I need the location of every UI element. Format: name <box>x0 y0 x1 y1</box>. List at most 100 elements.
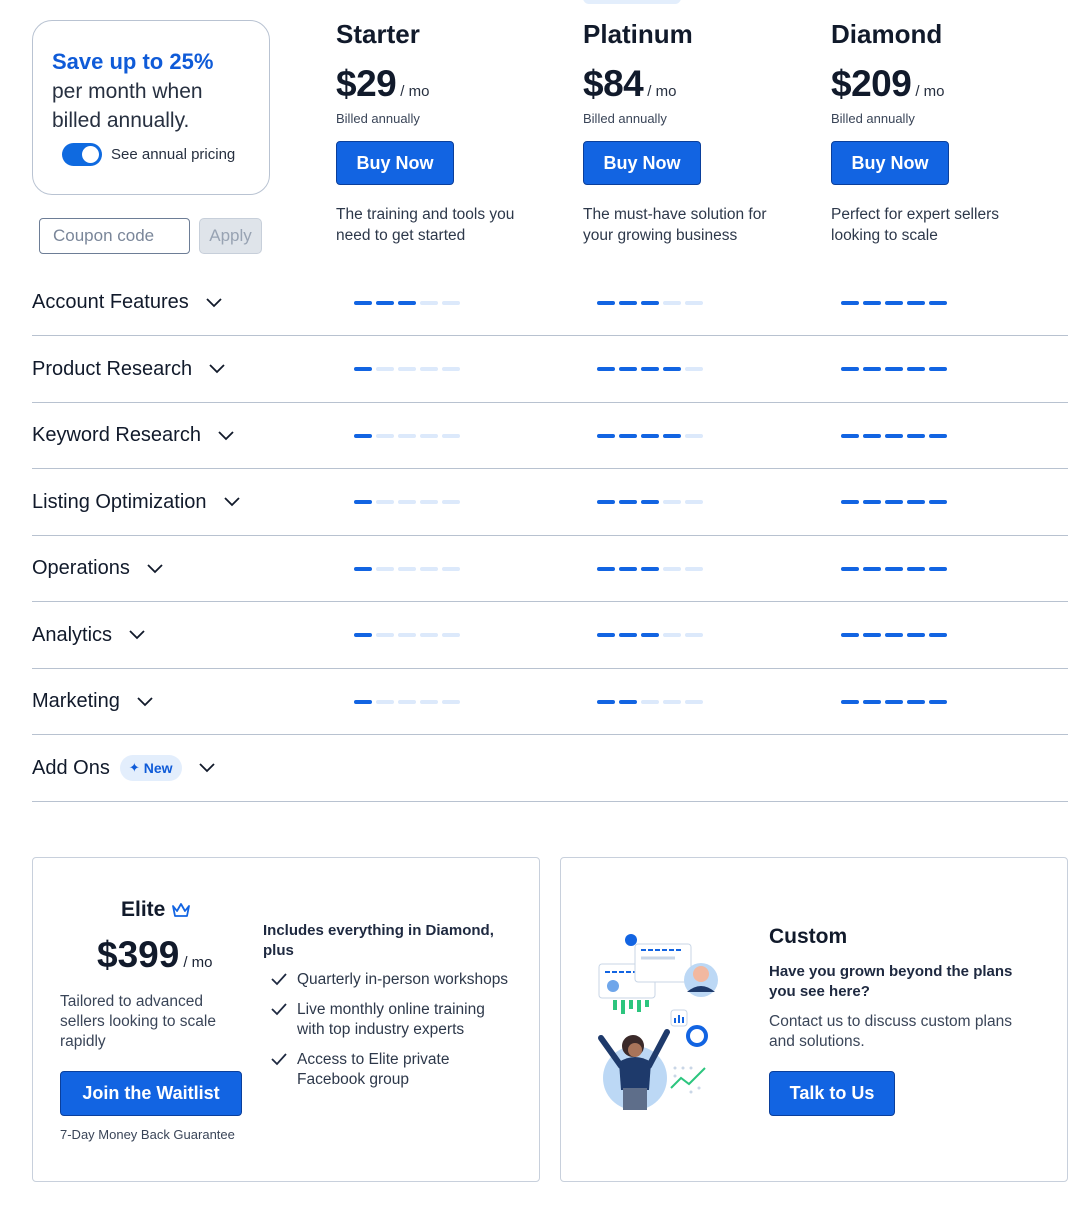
level-segment <box>907 300 925 305</box>
feature-level-bar <box>597 500 703 504</box>
level-segment <box>685 300 703 305</box>
check-icon <box>271 1053 287 1066</box>
feature-level-bar <box>597 300 703 305</box>
feature-level-bar <box>597 566 703 571</box>
level-segment <box>685 433 703 438</box>
level-segment <box>885 433 903 438</box>
join-waitlist-button[interactable]: Join the Waitlist <box>60 1071 242 1116</box>
chevron-down-icon <box>120 696 154 708</box>
custom-question: Have you grown beyond the plans you see … <box>769 963 1013 1000</box>
feature-level-bar <box>841 633 947 637</box>
talk-to-us-button[interactable]: Talk to Us <box>769 1071 895 1116</box>
level-segment <box>597 367 615 371</box>
feature-toggle[interactable]: Keyword Research <box>32 424 235 447</box>
level-segment <box>442 367 460 371</box>
level-segment <box>663 633 681 637</box>
level-segment <box>442 566 460 571</box>
plan-name: Platinum <box>583 19 693 49</box>
feature-level-bar <box>354 633 460 637</box>
buy-now-button-diamond[interactable]: Buy Now <box>831 141 949 185</box>
custom-plan-card: Custom Have you grown beyond the plans y… <box>560 857 1068 1182</box>
level-segment <box>663 699 681 704</box>
feature-level-bar <box>354 367 460 371</box>
feature-toggle[interactable]: Product Research <box>32 358 226 381</box>
plan-name: Diamond <box>831 19 943 49</box>
feature-row: Listing Optimization <box>32 470 1068 536</box>
level-segment <box>354 633 372 637</box>
level-segment <box>885 699 903 704</box>
level-segment <box>841 699 859 704</box>
annual-pricing-toggle[interactable] <box>62 143 102 166</box>
new-badge-label: New <box>143 760 173 776</box>
apply-coupon-button[interactable]: Apply <box>199 218 262 254</box>
feature-level-bar <box>354 433 460 438</box>
level-segment <box>641 433 659 438</box>
check-icon <box>271 1003 287 1016</box>
feature-label: Product Research <box>32 357 193 380</box>
crown-icon <box>172 903 191 917</box>
feature-label: Account Features <box>32 291 189 313</box>
level-segment <box>841 500 859 504</box>
feature-toggle[interactable]: Listing Optimization <box>32 491 241 514</box>
chevron-down-icon <box>192 363 226 375</box>
feature-level-bar <box>841 300 947 305</box>
buy-now-button-platinum[interactable]: Buy Now <box>583 141 701 185</box>
plan-period: / mo <box>647 83 677 100</box>
level-segment <box>885 300 903 305</box>
level-segment <box>398 699 416 704</box>
level-segment <box>354 699 372 704</box>
custom-description: Contact us to discuss custom plans and s… <box>769 1013 1012 1050</box>
plan-description: Perfect for expert sellers looking to sc… <box>831 206 999 244</box>
feature-toggle[interactable]: Add Ons ✦ New <box>32 755 216 781</box>
annual-pricing-label: See annual pricing <box>111 146 236 163</box>
feature-level-bar <box>841 699 947 704</box>
coupon-code-input[interactable] <box>39 218 190 254</box>
level-segment <box>907 433 925 438</box>
level-segment <box>597 433 615 438</box>
level-segment <box>398 566 416 571</box>
level-segment <box>841 300 859 305</box>
level-segment <box>663 500 681 504</box>
feature-label: Analytics <box>32 623 113 646</box>
level-segment <box>376 699 394 704</box>
popular-badge-tab <box>583 0 681 4</box>
feature-label: Add Ons <box>32 756 110 779</box>
feature-level-bar <box>354 500 460 504</box>
feature-level-bar <box>597 699 703 704</box>
feature-level-bar <box>354 699 460 704</box>
level-segment <box>907 699 925 704</box>
include-text: Access to Elite private Facebook group <box>297 1051 450 1088</box>
level-segment <box>929 367 947 371</box>
level-segment <box>376 367 394 371</box>
feature-toggle[interactable]: Operations <box>32 557 164 580</box>
elite-includes-title: Includes everything in Diamond, plus <box>263 922 494 959</box>
buy-now-button-starter[interactable]: Buy Now <box>336 141 454 185</box>
level-segment <box>929 699 947 704</box>
level-segment <box>685 699 703 704</box>
level-segment <box>641 633 659 637</box>
plan-description: The training and tools you need to get s… <box>336 206 515 244</box>
level-segment <box>420 433 438 438</box>
savings-text: per month when billed annually. <box>52 80 203 132</box>
plan-starter: Starter $29 / mo Billed annually Buy Now… <box>336 16 566 246</box>
level-segment <box>442 300 460 305</box>
level-segment <box>929 300 947 305</box>
feature-level-bar <box>354 300 460 305</box>
level-segment <box>863 367 881 371</box>
feature-level-bar <box>841 500 947 504</box>
level-segment <box>354 300 372 305</box>
list-item: Live monthly online training with top in… <box>271 1000 511 1040</box>
level-segment <box>420 367 438 371</box>
level-segment <box>863 633 881 637</box>
plan-price-row: $29 / mo <box>336 63 566 105</box>
level-segment <box>663 566 681 571</box>
plan-diamond: Diamond $209 / mo Billed annually Buy No… <box>831 16 1061 246</box>
level-segment <box>354 433 372 438</box>
feature-toggle[interactable]: Analytics <box>32 624 146 647</box>
level-segment <box>863 300 881 305</box>
level-segment <box>354 566 372 571</box>
elite-description: Tailored to advanced sellers looking to … <box>60 993 216 1050</box>
elite-price: $399 <box>97 934 180 975</box>
feature-toggle[interactable]: Marketing <box>32 690 154 713</box>
feature-toggle[interactable]: Account Features <box>32 291 223 314</box>
